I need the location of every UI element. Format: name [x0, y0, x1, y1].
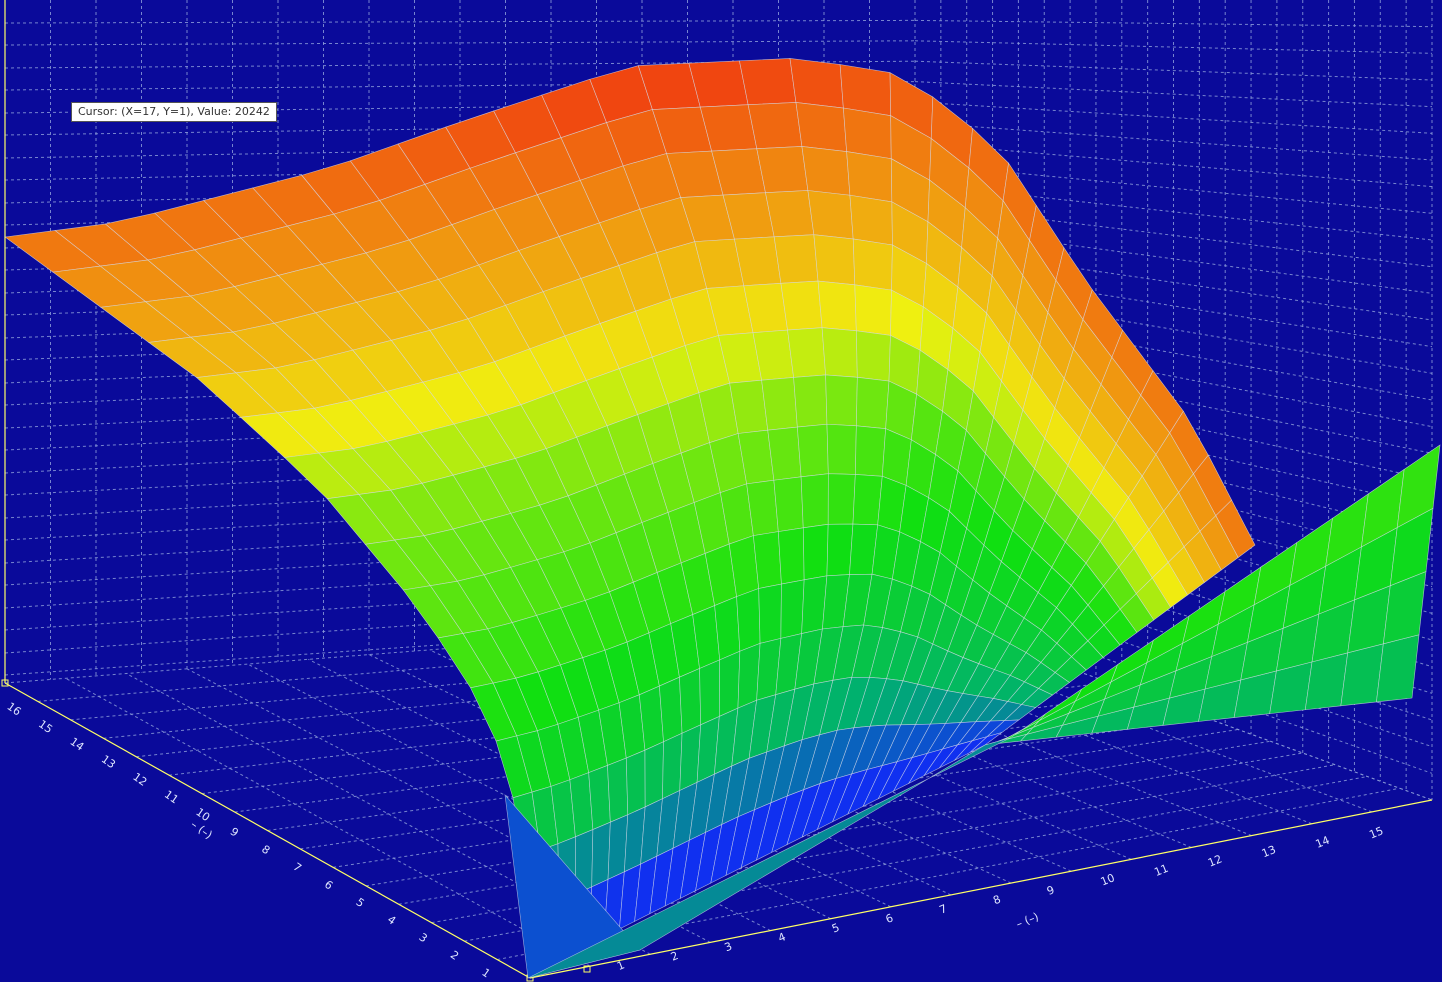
surface-cell — [827, 473, 856, 525]
surface-cell — [852, 474, 883, 526]
surface-cell — [797, 423, 829, 478]
surface-cell — [800, 473, 829, 529]
surface-cell — [852, 238, 893, 291]
y-tick-label: 15 — [36, 717, 55, 736]
x-tick-label: 2 — [669, 949, 680, 964]
surface-cell — [756, 146, 809, 193]
y-tick-label: 2 — [448, 948, 461, 963]
x-tick-label: 11 — [1152, 862, 1170, 879]
surface-cell — [789, 58, 844, 109]
surface-cell — [843, 107, 892, 160]
surface-cell — [625, 749, 646, 816]
surface-cell — [855, 425, 886, 477]
surface-cell — [825, 374, 858, 427]
x-tick-label: 5 — [830, 921, 841, 936]
surface-cell — [607, 757, 629, 823]
surface-cell — [773, 234, 819, 284]
surface-cell — [765, 190, 815, 238]
surface-cell — [856, 376, 890, 429]
x-tick-label: 15 — [1367, 824, 1385, 841]
surface-cell — [659, 676, 683, 743]
y-tick-label: 1 — [479, 966, 492, 981]
surface-cell — [758, 583, 782, 644]
surface-cell — [813, 234, 856, 286]
surface-cell — [801, 146, 851, 196]
y-tick-label: 7 — [291, 860, 304, 875]
y-tick-label: 13 — [99, 753, 118, 772]
surface-cell — [778, 527, 805, 585]
surface-mesh[interactable] — [4, 58, 1441, 979]
surface-cell — [780, 579, 805, 639]
x-tick-label: 13 — [1260, 843, 1278, 860]
y-tick-label: 4 — [385, 913, 398, 928]
surface-cell — [821, 327, 858, 378]
x-tick-label: 7 — [938, 902, 949, 917]
y-axis-ticks: 12345678910111213141516 — [5, 700, 493, 981]
surface-cell — [817, 280, 857, 332]
surface-cell — [802, 523, 829, 581]
wall-gridline — [914, 60, 1433, 81]
surface-cell — [662, 732, 683, 800]
surface-cell — [588, 764, 611, 830]
x-tick-label: 4 — [776, 930, 787, 945]
x-tick-label: 8 — [991, 893, 1002, 908]
surface-cell — [807, 190, 854, 240]
surface-cell — [736, 588, 761, 652]
y-axis-label: – (–) — [188, 818, 214, 842]
surface-cell — [780, 280, 823, 331]
x-tick-label: 1 — [615, 958, 626, 973]
surface-cell — [591, 821, 611, 888]
surface-plot-view[interactable]: 1 2 3 4 5 6 7 8 9 10 11 12 13 14 15 1 2 3 4 5 6 7 8 9 10 11 12 13 1… — [0, 0, 1442, 982]
surface-cell — [773, 476, 804, 532]
surface-cell — [719, 650, 741, 717]
x-tick-label: 9 — [1045, 883, 1056, 898]
x-tick-label: 12 — [1206, 852, 1224, 869]
surface-cell — [753, 531, 782, 589]
x-tick-label: 10 — [1099, 871, 1117, 888]
x-axis-label: – (–) — [1014, 910, 1040, 931]
y-tick-label: 6 — [322, 878, 335, 893]
surface-cell — [761, 377, 798, 431]
surface-cell — [795, 102, 847, 152]
surface-cell — [1396, 444, 1441, 529]
cursor-readout: Cursor: (X=17, Y=1), Value: 20242 — [71, 102, 277, 122]
surface-cell — [793, 374, 828, 428]
y-tick-label: 3 — [416, 931, 429, 946]
surface-cell — [846, 151, 893, 203]
surface-cell — [679, 668, 701, 734]
surface-cell — [849, 194, 893, 246]
x-tick-label: 14 — [1314, 834, 1332, 851]
surface-plot[interactable]: 123456789101112131415 123456789101112131… — [0, 0, 1442, 982]
surface-cell — [767, 426, 802, 481]
surface-cell — [787, 327, 826, 378]
surface-cell — [826, 423, 857, 475]
surface-cell — [839, 64, 891, 116]
surface-cell — [854, 284, 892, 336]
surface-cell — [747, 102, 803, 149]
surface-cell — [699, 659, 721, 726]
surface-cell — [739, 58, 797, 106]
y-tick-label: 9 — [228, 825, 241, 840]
surface-cell — [826, 523, 854, 577]
x-tick-label: 6 — [884, 911, 895, 926]
surface-cell — [644, 741, 664, 808]
y-axis-line — [4, 682, 531, 979]
y-tick-label: 12 — [130, 770, 149, 789]
y-tick-label: 16 — [5, 700, 24, 719]
surface-cell — [856, 330, 891, 382]
y-tick-label: 8 — [259, 843, 272, 858]
y-tick-label: 5 — [354, 895, 367, 910]
x-tick-label: 3 — [723, 940, 734, 955]
y-tick-label: 11 — [162, 788, 181, 807]
y-tick-label: 14 — [67, 735, 86, 754]
